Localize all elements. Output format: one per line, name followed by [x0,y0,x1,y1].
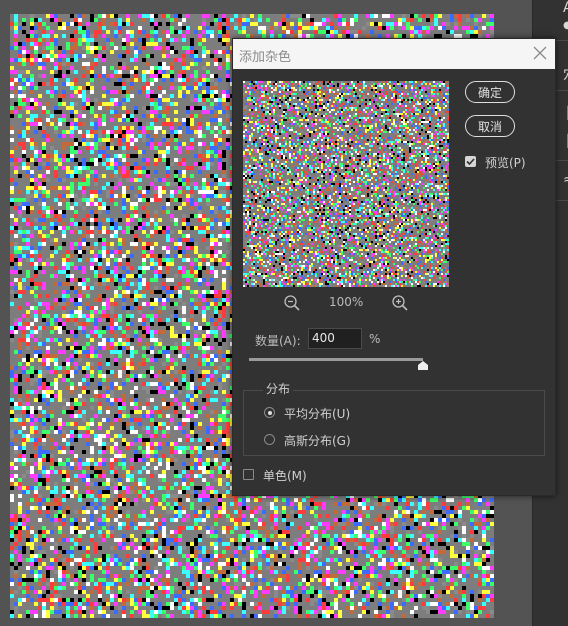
gaussian-label: 高斯分布(G) [284,434,351,448]
monochromatic-label: 单色(M) [263,469,307,483]
zoom-level: 100% [329,295,364,309]
panel-divider [554,40,568,41]
panel-layer-icon: ▐ [563,134,568,148]
zoom-out-icon[interactable] [283,294,301,312]
checkmark-icon [466,158,475,166]
dialog-titlebar[interactable]: 添加杂色 [233,39,555,69]
dialog-title: 添加杂色 [239,50,292,65]
preview-checkbox[interactable] [465,156,476,167]
zoom-in-icon[interactable] [391,294,409,312]
add-noise-dialog: 添加杂色 100% 确定 取消 预览(P) 数量(A): 400 % 平均分布(… [232,38,556,496]
distribution-legend: 分布 [263,380,294,397]
radio-selected-dot [267,410,272,415]
panel-divider [554,90,568,91]
amount-unit: % [369,332,381,346]
panel-glyph-icon: A [563,0,568,16]
uniform-label: 平均分布(U) [284,407,351,421]
filter-preview[interactable] [243,81,449,287]
amount-input[interactable]: 400 [308,328,362,349]
distribution-group: 平均分布(U) 高斯分布(G) [243,390,545,456]
amount-slider[interactable] [249,358,423,361]
panel-dot-icon: ● [563,20,568,31]
slider-handle[interactable] [417,361,429,370]
preview-label: 预览(P) [485,156,526,170]
panel-divider [554,200,568,201]
panel-adjust-icon: ≈ [563,172,568,188]
gaussian-radio[interactable] [264,434,275,445]
panel-glyph-icon: 穴 [563,64,568,84]
uniform-radio[interactable] [264,407,275,418]
ok-button[interactable]: 确定 [465,81,515,103]
cancel-button[interactable]: 取消 [465,115,515,137]
monochromatic-checkbox[interactable] [243,469,254,480]
amount-label: 数量(A): [255,334,301,348]
close-icon[interactable] [531,44,549,62]
amount-slider-fill [249,358,423,361]
noise-preview-image [243,81,449,287]
panel-divider [554,160,568,161]
panel-layer-icon: ▐ [563,106,568,120]
